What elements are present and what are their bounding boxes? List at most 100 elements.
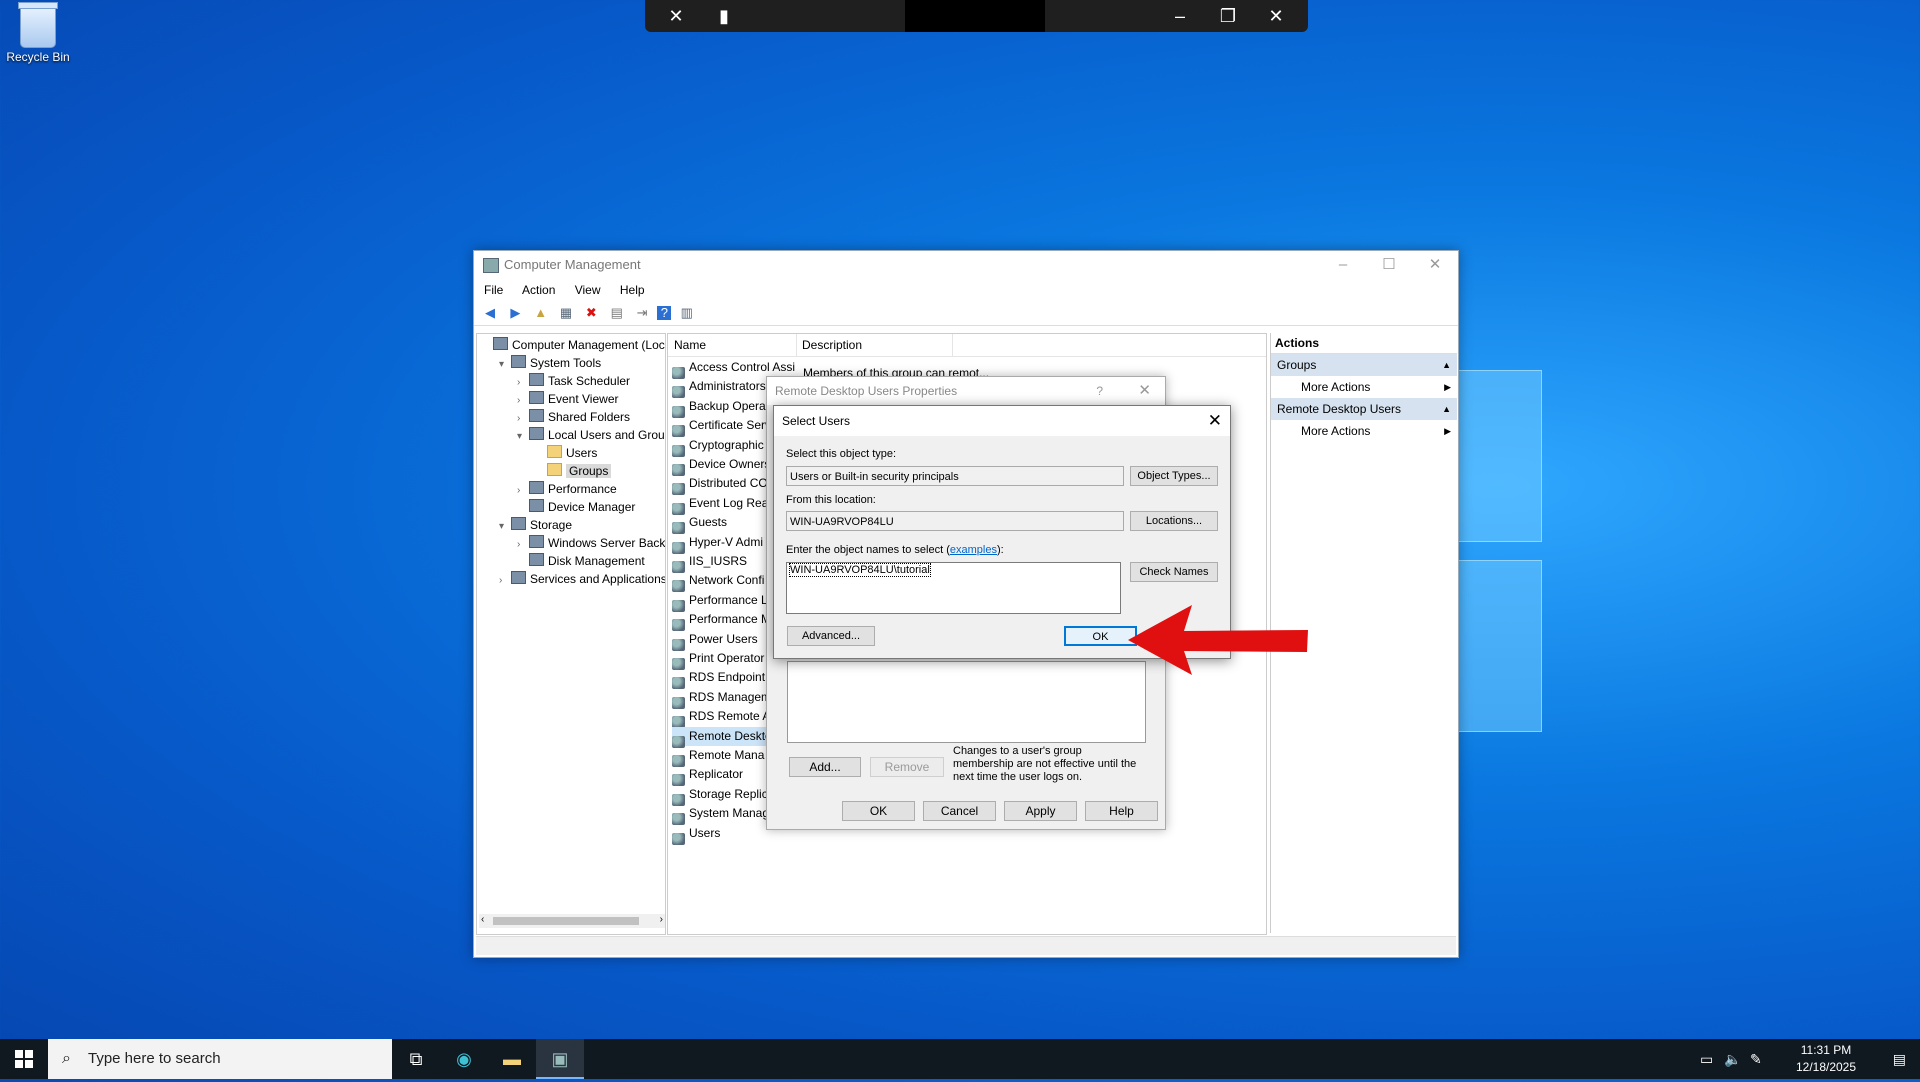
expander-icon[interactable]: › <box>499 572 511 590</box>
tree-horizontal-scrollbar[interactable]: ‹ › <box>479 914 665 928</box>
group-row[interactable]: Access Control Assist...Members of this … <box>672 358 989 380</box>
notifications-icon[interactable]: ▤ <box>1893 1039 1906 1079</box>
scroll-right-icon[interactable]: › <box>660 914 663 925</box>
ok-button[interactable]: OK <box>842 801 915 821</box>
minimize-icon[interactable]: – <box>1167 3 1193 29</box>
submenu-arrow-icon: ▶ <box>1444 382 1451 392</box>
tree-node[interactable]: ▾ System Tools <box>499 354 601 372</box>
tree-node-label: Services and Applications <box>530 572 666 586</box>
tree-node-label: Users <box>566 446 598 460</box>
recycle-bin-shortcut[interactable]: Recycle Bin <box>4 2 72 64</box>
unpin-icon[interactable]: ✕ <box>663 3 689 29</box>
column-name[interactable]: Name <box>674 334 706 356</box>
file-explorer-icon[interactable]: ▬ <box>488 1039 536 1079</box>
locations-button[interactable]: Locations... <box>1130 511 1218 531</box>
object-names-input[interactable]: WIN-UA9RVOP84LU\tutorial <box>786 562 1121 614</box>
minimize-button[interactable]: – <box>1320 251 1366 279</box>
remove-button[interactable]: Remove <box>870 757 944 777</box>
actions-group-remote-desktop-users[interactable]: Remote Desktop Users ▲ <box>1271 398 1457 420</box>
folder-icon <box>547 463 562 476</box>
help-icon[interactable]: ? <box>657 306 672 320</box>
object-types-button[interactable]: Object Types... <box>1130 466 1218 486</box>
menu-view[interactable]: View <box>575 283 601 297</box>
expander-icon[interactable]: ▾ <box>499 356 511 374</box>
close-button[interactable]: ✕ <box>1412 251 1458 279</box>
tree-node[interactable]: › Services and Applications <box>499 570 666 590</box>
start-button[interactable] <box>0 1039 48 1079</box>
window-titlebar: Computer Management – ☐ ✕ <box>474 251 1458 279</box>
expander-icon[interactable]: ▾ <box>499 518 511 536</box>
scrollbar-thumb[interactable] <box>493 917 639 925</box>
advanced-button[interactable]: Advanced... <box>787 626 875 646</box>
users-icon <box>529 427 544 440</box>
tree-node-label: Performance <box>548 482 617 496</box>
menu-file[interactable]: File <box>484 283 503 297</box>
dialog-title: Remote Desktop Users Properties <box>775 384 958 398</box>
computer-management-taskbar-icon[interactable]: ▣ <box>536 1039 584 1079</box>
tree-node[interactable]: › Performance <box>517 480 617 498</box>
back-icon[interactable]: ◀ <box>480 303 500 323</box>
menu-action[interactable]: Action <box>522 283 555 297</box>
taskbar-search-box[interactable]: ⌕ Type here to search <box>48 1039 392 1079</box>
check-names-button[interactable]: Check Names <box>1130 562 1218 582</box>
tree-node[interactable]: Users <box>535 444 597 462</box>
pen-icon[interactable]: ✎ <box>1750 1039 1762 1079</box>
tree-node[interactable]: Device Manager <box>517 498 635 516</box>
help-icon[interactable]: ? <box>1096 377 1103 405</box>
collapse-icon[interactable]: ▲ <box>1442 354 1451 376</box>
tree-node[interactable]: ▾ Storage <box>499 516 572 534</box>
add-button[interactable]: Add... <box>789 757 861 777</box>
storage-icon <box>511 517 526 530</box>
backup-icon <box>529 535 544 548</box>
show-hide-tree-icon[interactable]: ▦ <box>556 303 576 323</box>
console-view-icon[interactable]: ▥ <box>677 303 697 323</box>
ok-button[interactable]: OK <box>1064 626 1137 646</box>
taskbar: ⌕ Type here to search ⧉ ◉ ▬ ▣ ▭ 🔈 ✎ 11:3… <box>0 1039 1920 1079</box>
system-tray: ▭ 🔈 ✎ 11:31 PM 12/18/2025 ▤ <box>1700 1039 1920 1079</box>
tree-node[interactable]: Computer Management (Local <box>481 336 665 354</box>
clock-date: 12/18/2025 <box>1795 1060 1857 1074</box>
collapse-icon[interactable]: ▲ <box>1442 398 1451 420</box>
tree-node[interactable]: › Windows Server Backup <box>517 534 665 552</box>
export-icon[interactable]: ⇥ <box>632 303 652 323</box>
expander-icon[interactable]: ▾ <box>517 428 529 446</box>
object-names-label: Enter the object names to select (exampl… <box>786 544 1004 556</box>
volume-muted-icon[interactable]: 🔈 <box>1724 1039 1741 1079</box>
up-folder-icon[interactable]: ▲ <box>531 303 551 323</box>
tree-node[interactable]: Groups <box>535 462 612 480</box>
close-icon[interactable]: ✕ <box>1208 406 1222 436</box>
help-button[interactable]: Help <box>1085 801 1158 821</box>
clock[interactable]: 11:31 PM 12/18/2025 <box>1786 1042 1866 1076</box>
group-description <box>795 832 803 846</box>
actions-group-groups[interactable]: Groups ▲ <box>1271 354 1457 376</box>
close-icon[interactable]: ✕ <box>1138 377 1151 405</box>
scroll-left-icon[interactable]: ‹ <box>481 914 484 925</box>
connection-quality-icon[interactable]: ▮ <box>711 3 737 29</box>
more-actions-remote-desktop-users[interactable]: More Actions ▶ <box>1271 420 1457 442</box>
column-description[interactable]: Description <box>796 334 862 356</box>
network-icon[interactable]: ▭ <box>1700 1039 1713 1079</box>
edge-browser-icon[interactable]: ◉ <box>440 1039 488 1079</box>
members-list[interactable] <box>787 661 1146 743</box>
tree-node[interactable]: Disk Management <box>517 552 645 570</box>
services-icon <box>511 571 526 584</box>
delete-icon[interactable]: ✖ <box>581 303 601 323</box>
location-field: WIN-UA9RVOP84LU <box>786 511 1124 531</box>
more-actions-groups[interactable]: More Actions ▶ <box>1271 376 1457 398</box>
properties-icon[interactable]: ▤ <box>607 303 627 323</box>
examples-link[interactable]: examples <box>950 544 997 556</box>
tree-node[interactable]: › Task Scheduler <box>517 372 630 390</box>
tree-node[interactable]: ▾ Local Users and Groups <box>517 426 665 446</box>
red-arrow-annotation <box>1128 605 1308 675</box>
forward-icon[interactable]: ▶ <box>505 303 525 323</box>
maximize-button[interactable]: ☐ <box>1366 251 1412 279</box>
tree-node-label: Event Viewer <box>548 392 619 406</box>
apply-button[interactable]: Apply <box>1004 801 1077 821</box>
tree-node[interactable]: › Event Viewer <box>517 390 618 408</box>
menu-help[interactable]: Help <box>620 283 645 297</box>
restore-icon[interactable]: ❐ <box>1215 3 1241 29</box>
close-icon[interactable]: ✕ <box>1263 3 1289 29</box>
cancel-button[interactable]: Cancel <box>923 801 996 821</box>
tree-node[interactable]: › Shared Folders <box>517 408 630 426</box>
task-view-icon[interactable]: ⧉ <box>392 1039 440 1079</box>
